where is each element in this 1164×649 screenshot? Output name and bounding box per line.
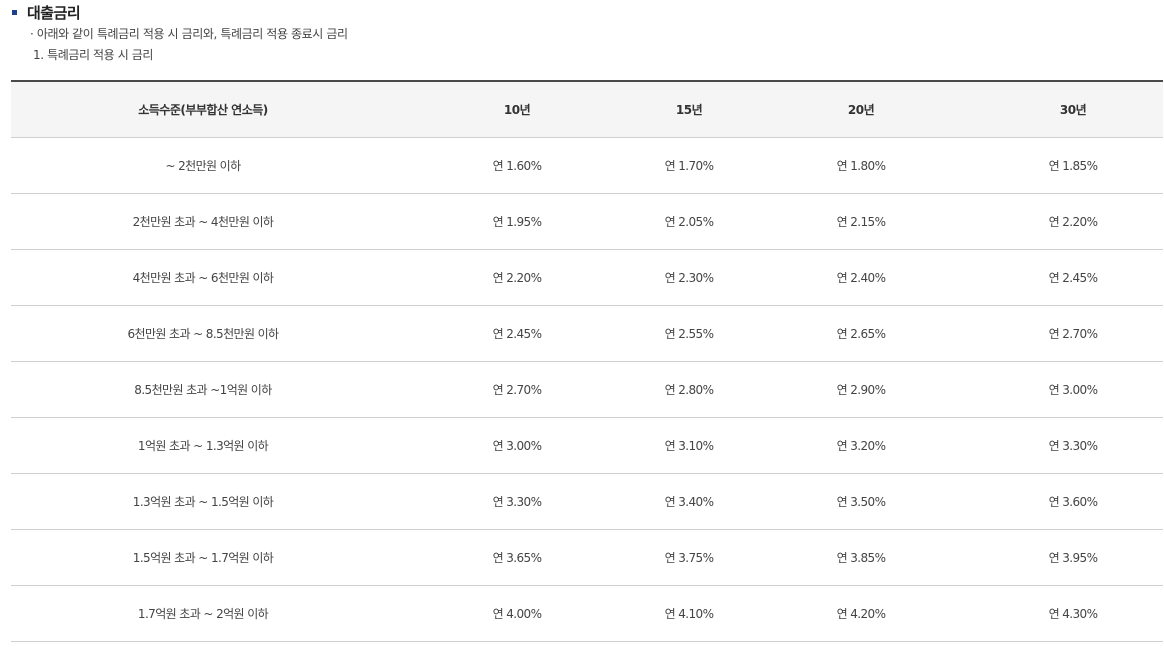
rate-20-year-cell: 연 4.20% (739, 585, 983, 642)
table-header-row: 소득수준(부부합산 연소득) 10년 15년 20년 30년 (11, 81, 1163, 138)
rate-10-year-cell: 연 2.45% (395, 305, 639, 362)
income-level-cell: 1.3억원 초과 ~ 1.5억원 이하 (11, 473, 395, 530)
table-row: 8.5천만원 초과 ~1억원 이하 연 2.70% 연 2.80% 연 2.90… (11, 361, 1163, 418)
income-level-cell: 1억원 초과 ~ 1.3억원 이하 (11, 417, 395, 474)
rate-10-year-cell: 연 3.65% (395, 529, 639, 586)
rate-15-year-cell: 연 4.10% (639, 585, 739, 642)
rate-20-year-cell: 연 3.85% (739, 529, 983, 586)
rate-20-year-cell: 연 2.15% (739, 193, 983, 250)
header-15-year: 15년 (639, 81, 739, 138)
income-level-cell: 6천만원 초과 ~ 8.5천만원 이하 (11, 305, 395, 362)
table-row: 1.3억원 초과 ~ 1.5억원 이하 연 3.30% 연 3.40% 연 3.… (11, 473, 1163, 530)
square-bullet-icon (12, 9, 17, 15)
rate-20-year-cell: 연 2.65% (739, 305, 983, 362)
rate-30-year-cell: 연 1.85% (983, 137, 1163, 194)
income-level-cell: ~ 2천만원 이하 (11, 137, 395, 194)
section-title-row: 대출금리 (10, 2, 1160, 22)
table-row: 4천만원 초과 ~ 6천만원 이하 연 2.20% 연 2.30% 연 2.40… (11, 249, 1163, 306)
table-row: 1억원 초과 ~ 1.3억원 이하 연 3.00% 연 3.10% 연 3.20… (11, 417, 1163, 474)
header-30-year: 30년 (983, 81, 1163, 138)
income-level-cell: 1.5억원 초과 ~ 1.7억원 이하 (11, 529, 395, 586)
rate-30-year-cell: 연 3.60% (983, 473, 1163, 530)
rate-15-year-cell: 연 2.30% (639, 249, 739, 306)
income-level-cell: 8.5천만원 초과 ~1억원 이하 (11, 361, 395, 418)
rate-30-year-cell: 연 3.30% (983, 417, 1163, 474)
table-row: 1.7억원 초과 ~ 2억원 이하 연 4.00% 연 4.10% 연 4.20… (11, 585, 1163, 642)
rate-15-year-cell: 연 3.10% (639, 417, 739, 474)
table-row: 2천만원 초과 ~ 4천만원 이하 연 1.95% 연 2.05% 연 2.15… (11, 193, 1163, 250)
rate-10-year-cell: 연 2.70% (395, 361, 639, 418)
rate-10-year-cell: 연 3.30% (395, 473, 639, 530)
interest-rate-table: 소득수준(부부합산 연소득) 10년 15년 20년 30년 ~ 2천만원 이하… (11, 80, 1163, 642)
rate-20-year-cell: 연 1.80% (739, 137, 983, 194)
section-subtitle: 1. 특례금리 적용 시 금리 (33, 48, 154, 62)
rate-10-year-cell: 연 4.00% (395, 585, 639, 642)
table-row: 6천만원 초과 ~ 8.5천만원 이하 연 2.45% 연 2.55% 연 2.… (11, 305, 1163, 362)
rate-15-year-cell: 연 2.55% (639, 305, 739, 362)
income-level-cell: 2천만원 초과 ~ 4천만원 이하 (11, 193, 395, 250)
header-income-level: 소득수준(부부합산 연소득) (11, 81, 395, 138)
rate-30-year-cell: 연 2.70% (983, 305, 1163, 362)
rate-10-year-cell: 연 3.00% (395, 417, 639, 474)
section-header: 대출금리 · 아래와 같이 특례금리 적용 시 금리와, 특례금리 적용 종료시… (10, 2, 1160, 64)
section-note: · 아래와 같이 특례금리 적용 시 금리와, 특례금리 적용 종료시 금리 (30, 27, 348, 41)
rate-30-year-cell: 연 3.00% (983, 361, 1163, 418)
rate-20-year-cell: 연 2.40% (739, 249, 983, 306)
header-10-year: 10년 (395, 81, 639, 138)
rate-10-year-cell: 연 2.20% (395, 249, 639, 306)
rate-20-year-cell: 연 3.50% (739, 473, 983, 530)
rate-20-year-cell: 연 3.20% (739, 417, 983, 474)
table-row: 1.5억원 초과 ~ 1.7억원 이하 연 3.65% 연 3.75% 연 3.… (11, 529, 1163, 586)
rate-15-year-cell: 연 3.40% (639, 473, 739, 530)
rate-10-year-cell: 연 1.95% (395, 193, 639, 250)
rate-15-year-cell: 연 1.70% (639, 137, 739, 194)
header-20-year: 20년 (739, 81, 983, 138)
income-level-cell: 4천만원 초과 ~ 6천만원 이하 (11, 249, 395, 306)
rate-20-year-cell: 연 2.90% (739, 361, 983, 418)
rate-15-year-cell: 연 2.05% (639, 193, 739, 250)
rate-30-year-cell: 연 2.20% (983, 193, 1163, 250)
income-level-cell: 1.7억원 초과 ~ 2억원 이하 (11, 585, 395, 642)
rate-30-year-cell: 연 3.95% (983, 529, 1163, 586)
rate-15-year-cell: 연 2.80% (639, 361, 739, 418)
table-row: ~ 2천만원 이하 연 1.60% 연 1.70% 연 1.80% 연 1.85… (11, 137, 1163, 194)
rate-30-year-cell: 연 2.45% (983, 249, 1163, 306)
section-title: 대출금리 (27, 3, 81, 22)
rate-30-year-cell: 연 4.30% (983, 585, 1163, 642)
rate-10-year-cell: 연 1.60% (395, 137, 639, 194)
rate-15-year-cell: 연 3.75% (639, 529, 739, 586)
